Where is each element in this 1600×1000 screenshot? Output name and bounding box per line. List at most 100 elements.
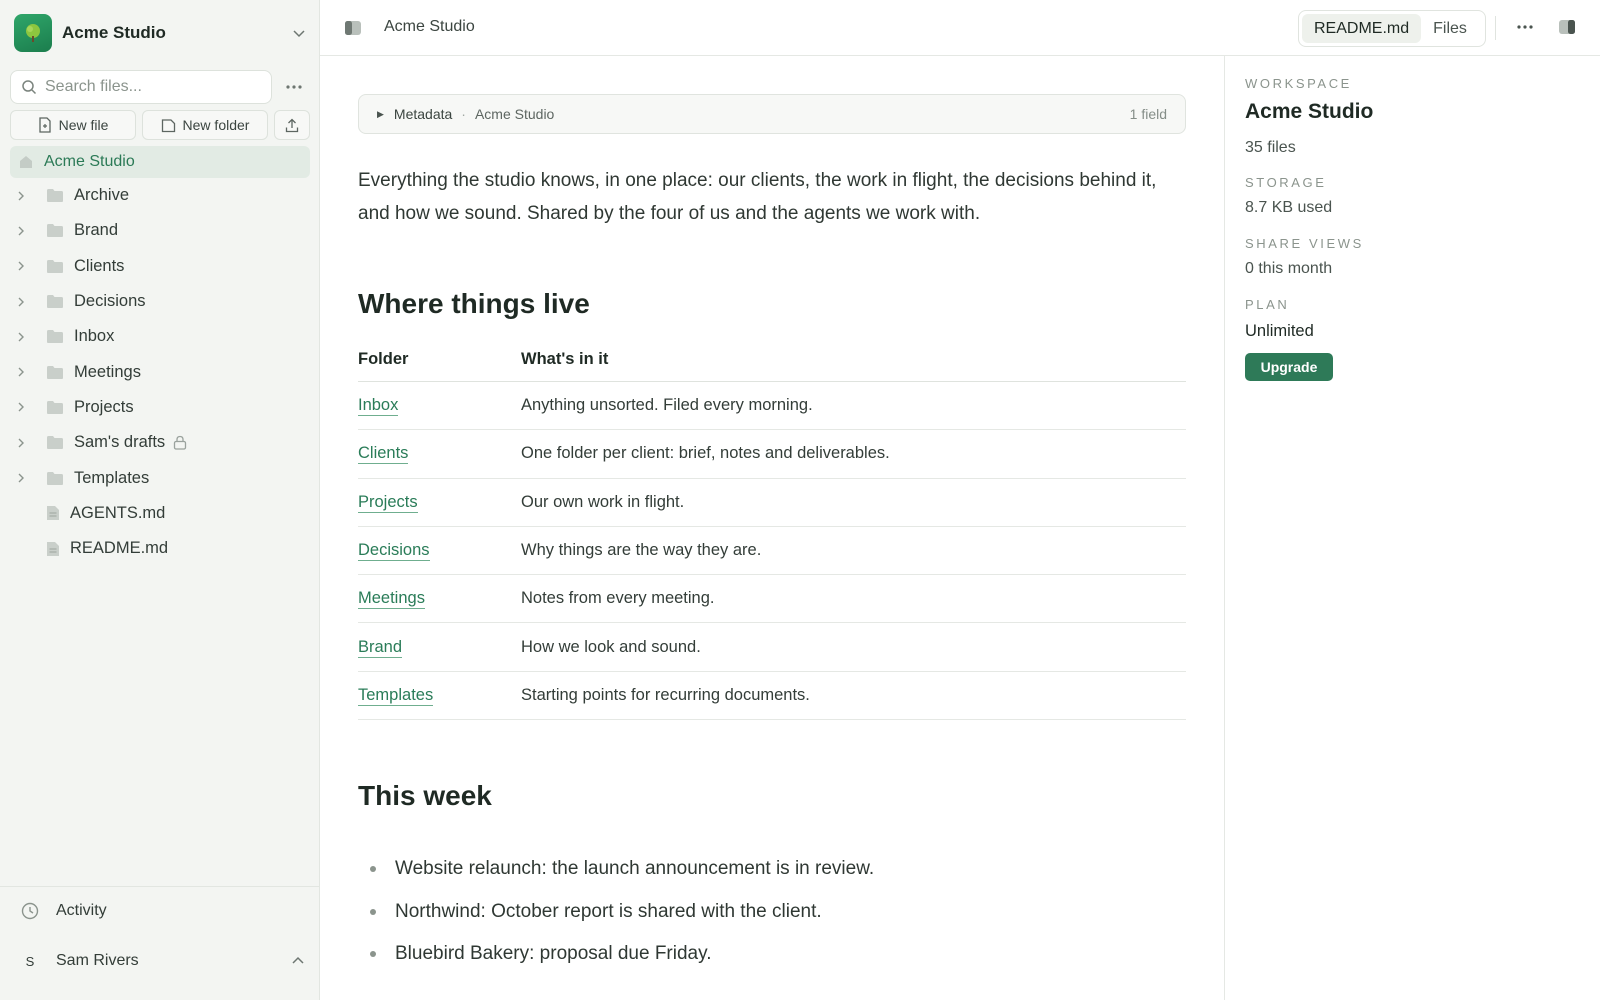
folder-cell: Inbox [358, 381, 521, 431]
description-cell: One folder per client: brief, notes and … [521, 429, 1186, 479]
tree-folder-templates[interactable]: Templates [10, 460, 310, 495]
expand-toggle[interactable] [16, 260, 32, 272]
expand-toggle[interactable] [16, 331, 32, 343]
tree-item-label: Templates [74, 468, 150, 487]
chevron-right-icon [18, 261, 24, 271]
expand-toggle[interactable] [16, 190, 32, 202]
folder-link[interactable]: Decisions [358, 541, 430, 562]
folder-link[interactable]: Meetings [358, 589, 425, 610]
intro-paragraph: Everything the studio knows, in one plac… [358, 170, 1157, 224]
list-item-text: Website relaunch: the launch announcemen… [395, 858, 875, 880]
folder-link[interactable]: Clients [358, 444, 409, 465]
disclosure-triangle-icon: ▶ [377, 108, 384, 119]
lock-icon [174, 436, 187, 450]
tree-item-label: Decisions [74, 292, 146, 311]
expand-toggle[interactable] [16, 366, 32, 378]
new-file-button[interactable]: New file [10, 110, 136, 140]
folder-icon [47, 365, 63, 379]
tab-readme[interactable]: README.md [1302, 14, 1422, 43]
expand-toggle[interactable] [16, 472, 32, 484]
folder-icon [47, 400, 63, 414]
sidebar-toggle-icon [345, 21, 361, 35]
tree-folder-archive[interactable]: Archive [10, 178, 310, 213]
folder-cell: Projects [358, 478, 521, 527]
this-week-list: Website relaunch: the launch announcemen… [358, 848, 1186, 976]
storage-label: STORAGE [1245, 175, 1327, 190]
file-icon [47, 506, 59, 521]
breadcrumb-title: Acme Studio [384, 18, 475, 35]
expand-toggle[interactable] [16, 225, 32, 237]
details-panel: WORKSPACE Acme Studio 35 files STORAGE 8… [1224, 56, 1600, 1000]
toggle-sidebar-button[interactable] [344, 20, 362, 41]
file-actions: New file New folder [10, 110, 310, 140]
list-item: Northwind: October report is shared with… [358, 891, 1186, 934]
search-input[interactable] [45, 78, 255, 96]
folder-link[interactable]: Projects [358, 492, 418, 513]
search-box[interactable] [10, 70, 272, 104]
tab-files[interactable]: Files [1421, 14, 1479, 43]
chevron-right-icon [18, 367, 24, 377]
toggle-details-panel-button[interactable] [1558, 19, 1576, 40]
folder-icon [47, 189, 63, 203]
workspace-label: WORKSPACE [1245, 76, 1352, 91]
file-tree: Acme Studio Archive Brand Clients Decisions… [10, 146, 310, 566]
avatar: S [25, 953, 35, 969]
user-menu[interactable]: S Sam Rivers [20, 941, 305, 981]
more-horizontal-icon [286, 85, 302, 89]
search-more-button[interactable] [284, 84, 304, 90]
folder-icon-wrap [46, 188, 64, 203]
new-folder-label: New folder [182, 117, 250, 133]
table-row: Projects Our own work in flight. [358, 478, 1186, 527]
folder-link[interactable]: Brand [358, 637, 403, 658]
tree-folder-inbox[interactable]: Inbox [10, 319, 310, 354]
description-cell: Starting points for recurring documents. [521, 671, 1186, 721]
folder-link[interactable]: Templates [358, 685, 434, 706]
tree-file-agents-md[interactable]: AGENTS.md [10, 496, 310, 531]
folder-icon [47, 295, 63, 309]
expand-toggle[interactable] [16, 401, 32, 413]
file-icon-wrap [46, 505, 60, 521]
column-header-contents: What's in it [521, 350, 1186, 382]
tree-folder-projects[interactable]: Projects [10, 390, 310, 425]
new-folder-button[interactable]: New folder [142, 110, 268, 140]
search-icon [22, 80, 37, 95]
folder-table-body: Inbox Anything unsorted. Filed every morn… [358, 381, 1186, 721]
folder-list: Archive Brand Clients Decisions Inbox Meeting… [10, 178, 310, 496]
description-cell: Notes from every meeting. [521, 574, 1186, 624]
tree-folder-meetings[interactable]: Meetings [10, 354, 310, 389]
search-row [10, 70, 310, 104]
new-file-icon [38, 117, 51, 133]
tree-root-label: Acme Studio [44, 153, 135, 170]
folder-icon-wrap [46, 259, 64, 274]
metadata-count: 1 field [1129, 106, 1167, 122]
tree-file-readme-md[interactable]: README.md [10, 531, 310, 566]
description-cell: Why things are the way they are. [521, 526, 1186, 576]
right-panel-icon [1559, 20, 1575, 34]
folder-link[interactable]: Inbox [358, 396, 399, 417]
expand-toggle[interactable] [16, 296, 32, 308]
sidebar: Acme Studio New file [0, 0, 320, 1000]
tree-folder-decisions[interactable]: Decisions [10, 284, 310, 319]
workspace-switcher[interactable]: Acme Studio [14, 14, 306, 52]
chevron-right-icon [18, 332, 24, 342]
tree-folder-brand[interactable]: Brand [10, 213, 310, 248]
upload-button[interactable] [274, 110, 310, 140]
expand-toggle[interactable] [16, 437, 32, 449]
tree-folder-clients[interactable]: Clients [10, 249, 310, 284]
new-folder-icon [161, 118, 175, 132]
more-options-button[interactable] [1516, 18, 1534, 41]
tree-root-workspace[interactable]: Acme Studio [10, 146, 310, 178]
file-icon-wrap [46, 541, 60, 557]
tree-item-label: Archive [74, 186, 130, 205]
activity-link[interactable]: Activity [20, 891, 305, 931]
share-views-value: 0 this month [1245, 260, 1333, 277]
folder-icon [47, 259, 63, 273]
folder-icon-wrap [46, 365, 64, 380]
table-row: Brand How we look and sound. [358, 622, 1186, 672]
bullet-icon [370, 866, 376, 873]
tree-item-label: AGENTS.md [70, 503, 166, 522]
document: ▶ Metadata · Acme Studio 1 field Everyth… [358, 56, 1186, 976]
metadata-bar[interactable]: ▶ Metadata · Acme Studio 1 field [358, 94, 1186, 134]
upgrade-button[interactable]: Upgrade [1245, 353, 1333, 381]
tree-folder-sam-s-drafts[interactable]: Sam's drafts [10, 425, 310, 460]
